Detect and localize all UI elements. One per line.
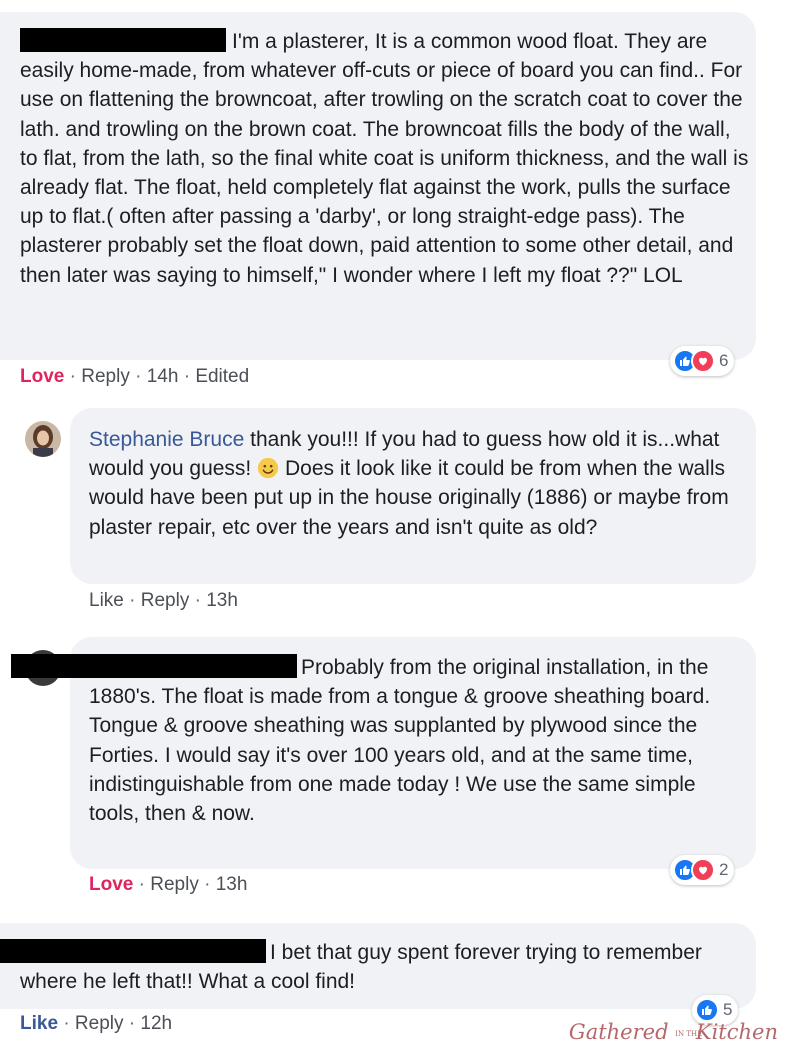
avatar[interactable] [25,421,61,457]
reaction-summary-1[interactable]: 6 [670,346,735,376]
comment-text-4: I bet that guy spent forever trying to r… [0,938,740,996]
love-link[interactable]: Love [20,366,64,387]
like-link[interactable]: Like [89,590,124,611]
reaction-count: 6 [719,351,729,370]
reply-link[interactable]: Reply [141,590,190,611]
like-link[interactable]: Like [20,1013,58,1034]
separator: · [138,874,145,895]
love-reaction-icon [691,349,715,373]
comment-text-3: Probably from the original installation,… [11,653,749,828]
author-name[interactable]: Stephanie Bruce [89,428,244,451]
love-reaction-icon [691,858,715,882]
comment-actions-4: Like · Reply · 12h [20,1013,172,1035]
separator: · [128,1013,136,1034]
comment-timestamp[interactable]: 12h [140,1013,172,1034]
reply-link[interactable]: Reply [75,1013,124,1034]
edited-label[interactable]: Edited [195,366,249,387]
reply-link[interactable]: Reply [150,874,199,895]
comment-text-1: I'm a plasterer, It is a common wood flo… [20,28,749,287]
love-link[interactable]: Love [89,874,133,895]
separator: · [135,366,142,387]
like-reaction-icon [695,998,719,1022]
comment-timestamp[interactable]: 14h [147,366,179,387]
separator: · [129,590,136,611]
comment-timestamp[interactable]: 13h [206,590,238,611]
separator: · [63,1013,70,1034]
redacted-name [0,939,266,963]
watermark-logo: Gathered IN THE Kitchen [568,1020,778,1044]
comment-timestamp[interactable]: 13h [216,874,248,895]
separator: · [204,874,211,895]
separator: · [183,366,191,387]
reaction-summary-3[interactable]: 2 [670,855,735,885]
redacted-name [20,28,226,52]
separator: · [69,366,76,387]
reaction-count: 5 [723,1000,733,1019]
reply-link[interactable]: Reply [81,366,130,387]
comment-actions-2: Like · Reply · 13h [89,590,238,612]
comment-actions-3: Love · Reply · 13h [89,874,247,896]
comment-text-2: Stephanie Bruce thank you!!! If you had … [89,428,729,539]
reaction-count: 2 [719,860,729,879]
redacted-name [11,654,297,678]
smiley-emoji-icon [258,458,279,479]
separator: · [194,590,201,611]
comment-actions-1: Love · Reply · 14h · Edited [20,366,249,388]
